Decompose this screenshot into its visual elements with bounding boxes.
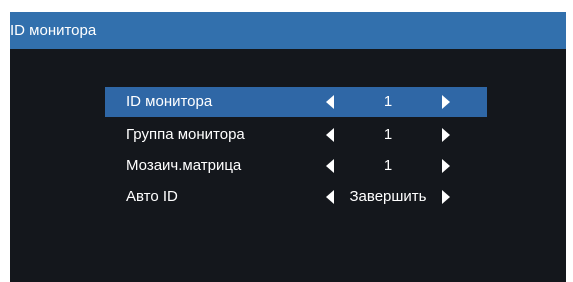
menu-item-value: Завершить <box>349 188 427 205</box>
menu-item-label: Группа монитора <box>126 126 245 143</box>
menu-item-monitor-group[interactable]: Группа монитора 1 <box>105 120 487 150</box>
menu-item-label: Мозаич.матрица <box>126 157 242 174</box>
osd-menu: ID монитора 1 Группа монитора 1 Мозаич.м… <box>10 49 566 282</box>
arrow-right-icon[interactable] <box>442 128 450 142</box>
osd-header: ID монитора <box>10 12 566 49</box>
top-strip <box>0 0 573 12</box>
page-title: ID монитора <box>10 22 97 39</box>
arrow-right-icon[interactable] <box>442 159 450 173</box>
menu-item-value: 1 <box>383 157 393 174</box>
menu-item-value: 1 <box>383 93 393 110</box>
menu-item-value: 1 <box>383 126 393 143</box>
arrow-right-icon[interactable] <box>442 95 450 109</box>
menu-item-tiling-matrix[interactable]: Мозаич.матрица 1 <box>105 151 487 181</box>
menu-item-monitor-id[interactable]: ID монитора 1 <box>105 87 487 117</box>
menu-item-label: Авто ID <box>126 188 178 205</box>
osd-window: ID монитора ID монитора 1 Группа монитор… <box>10 12 566 282</box>
arrow-right-icon[interactable] <box>442 190 450 204</box>
menu-item-label: ID монитора <box>126 93 213 110</box>
menu-item-auto-id[interactable]: Авто ID Завершить <box>105 182 487 212</box>
